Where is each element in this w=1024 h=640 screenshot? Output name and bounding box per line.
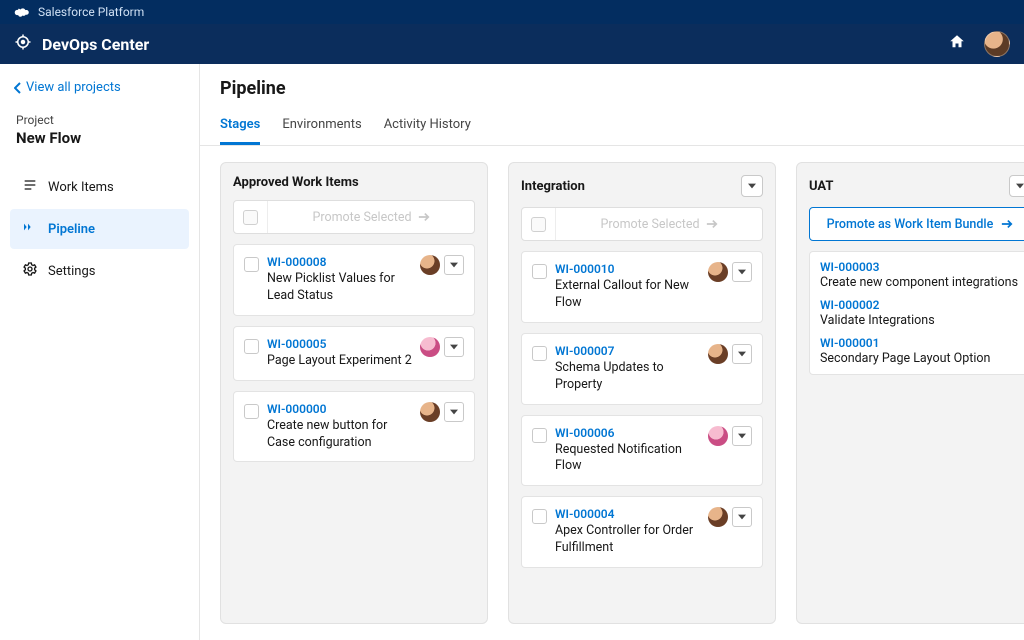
promote-selected-bar: Promote Selected [521, 207, 763, 241]
work-item-title: External Callout for New Flow [555, 278, 700, 312]
sidebar-item-pipeline[interactable]: Pipeline [10, 209, 189, 249]
salesforce-topbar: Salesforce Platform [0, 0, 1024, 24]
work-item-card[interactable]: WI-000006 Requested Notification Flow [521, 415, 763, 487]
sidebar-item-work-items[interactable]: Work Items [10, 167, 189, 207]
sidebar-item-settings[interactable]: Settings [10, 251, 189, 291]
uat-work-item[interactable]: WI-000001Secondary Page Layout Option [820, 336, 1020, 366]
work-item-menu-button[interactable] [732, 426, 752, 446]
column-menu-button[interactable] [1009, 175, 1024, 197]
work-item-title: Validate Integrations [820, 313, 1020, 328]
assignee-avatar[interactable] [420, 402, 440, 422]
work-item-id[interactable]: WI-000005 [267, 337, 412, 351]
work-item-checkbox[interactable] [532, 509, 547, 524]
work-item-menu-button[interactable] [732, 507, 752, 527]
promote-selected-button[interactable]: Promote Selected [268, 210, 474, 225]
work-item-card[interactable]: WI-000004 Apex Controller for Order Fulfi… [521, 496, 763, 568]
work-item-checkbox[interactable] [244, 339, 259, 354]
work-item-id[interactable]: WI-000003 [820, 260, 1020, 274]
work-items-icon [22, 177, 38, 197]
work-item-title: Create new button for Case configuration [267, 418, 412, 452]
main-content: Pipeline Stages Environments Activity Hist… [200, 64, 1024, 640]
back-to-projects-link[interactable]: View all projects [10, 80, 189, 95]
pipeline-column-approved-work-items: Approved Work Items Promote Selected WI-00… [220, 162, 488, 624]
work-item-menu-button[interactable] [444, 402, 464, 422]
assignee-avatar[interactable] [420, 337, 440, 357]
user-avatar[interactable] [984, 31, 1010, 57]
column-title: Approved Work Items [233, 175, 359, 190]
work-item-id[interactable]: WI-000002 [820, 298, 1020, 312]
sidebar: View all projects Project New Flow Work … [0, 64, 200, 640]
work-item-checkbox[interactable] [244, 257, 259, 272]
work-item-card[interactable]: WI-000010 External Callout for New Flow [521, 251, 763, 323]
tabs: Stages Environments Activity History [200, 109, 1024, 146]
assignee-avatar[interactable] [708, 344, 728, 364]
sidebar-item-label: Pipeline [48, 222, 95, 237]
work-item-card[interactable]: WI-000007 Schema Updates to Property [521, 333, 763, 405]
assignee-avatar[interactable] [708, 426, 728, 446]
work-item-card[interactable]: WI-000005 Page Layout Experiment 2 [233, 326, 475, 381]
tab-activity-history[interactable]: Activity History [384, 109, 471, 145]
promote-selected-bar: Promote Selected [233, 200, 475, 234]
salesforce-brand-label: Salesforce Platform [38, 5, 144, 19]
work-item-menu-button[interactable] [732, 262, 752, 282]
uat-work-item[interactable]: WI-000002Validate Integrations [820, 298, 1020, 328]
work-item-card[interactable]: WI-000000 Create new button for Case conf… [233, 391, 475, 463]
work-item-title: Apex Controller for Order Fulfillment [555, 523, 700, 557]
select-all-checkbox[interactable] [243, 210, 258, 225]
tab-stages[interactable]: Stages [220, 109, 260, 145]
sidebar-item-label: Work Items [48, 180, 114, 195]
promote-bundle-button[interactable]: Promote as Work Item Bundle [809, 207, 1024, 241]
home-icon[interactable] [948, 33, 966, 55]
column-title: UAT [809, 179, 833, 194]
column-menu-button[interactable] [741, 175, 763, 197]
work-item-id[interactable]: WI-000001 [820, 336, 1020, 350]
work-item-id[interactable]: WI-000007 [555, 344, 700, 358]
work-item-checkbox[interactable] [244, 404, 259, 419]
work-item-menu-button[interactable] [444, 337, 464, 357]
sidebar-item-label: Settings [48, 264, 95, 279]
app-title: DevOps Center [42, 35, 149, 54]
work-item-id[interactable]: WI-000000 [267, 402, 412, 416]
work-item-id[interactable]: WI-000006 [555, 426, 700, 440]
work-item-id[interactable]: WI-000010 [555, 262, 700, 276]
work-item-title: Page Layout Experiment 2 [267, 353, 412, 370]
assignee-avatar[interactable] [420, 255, 440, 275]
work-item-checkbox[interactable] [532, 264, 547, 279]
project-name: New Flow [16, 129, 183, 147]
column-title: Integration [521, 179, 585, 194]
salesforce-cloud-icon [14, 5, 32, 20]
assignee-avatar[interactable] [708, 507, 728, 527]
work-item-checkbox[interactable] [532, 346, 547, 361]
devops-target-icon [14, 33, 32, 55]
work-item-title: Schema Updates to Property [555, 360, 700, 394]
uat-bundle-list: WI-000003Create new component integratio… [809, 251, 1024, 375]
back-link-label: View all projects [26, 80, 121, 95]
page-title: Pipeline [200, 78, 1024, 109]
uat-work-item[interactable]: WI-000003Create new component integratio… [820, 260, 1020, 290]
assignee-avatar[interactable] [708, 262, 728, 282]
pipeline-column-integration: Integration Promote Selected WI-000010 Exte… [508, 162, 776, 624]
app-header: DevOps Center [0, 24, 1024, 64]
work-item-card[interactable]: WI-000008 New Picklist Values for Lead St… [233, 244, 475, 316]
pipeline-icon [22, 219, 38, 239]
tab-environments[interactable]: Environments [282, 109, 361, 145]
settings-icon [22, 261, 38, 281]
work-item-title: New Picklist Values for Lead Status [267, 271, 412, 305]
project-label: Project [16, 113, 183, 127]
pipeline-column-uat: UAT Promote as Work Item Bundle WI-000003C… [796, 162, 1024, 624]
work-item-checkbox[interactable] [532, 428, 547, 443]
work-item-menu-button[interactable] [444, 255, 464, 275]
work-item-title: Create new component integrations [820, 275, 1020, 290]
select-all-checkbox[interactable] [531, 217, 546, 232]
work-item-id[interactable]: WI-000004 [555, 507, 700, 521]
work-item-id[interactable]: WI-000008 [267, 255, 412, 269]
promote-selected-button[interactable]: Promote Selected [556, 217, 762, 232]
work-item-title: Requested Notification Flow [555, 442, 700, 476]
work-item-title: Secondary Page Layout Option [820, 351, 1020, 366]
pipeline-columns: Approved Work Items Promote Selected WI-00… [200, 146, 1024, 640]
work-item-menu-button[interactable] [732, 344, 752, 364]
